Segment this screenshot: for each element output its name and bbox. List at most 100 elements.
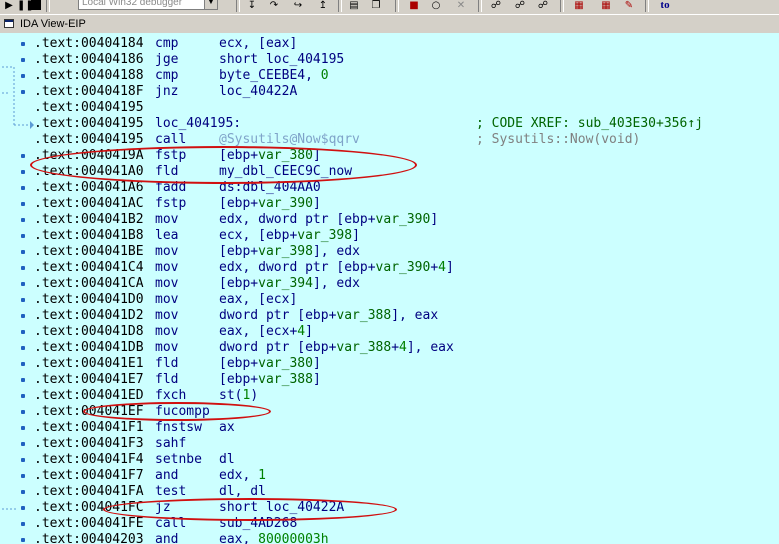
address[interactable]: .text:004041FE: [34, 516, 144, 532]
operands[interactable]: [ebp+var_388]: [219, 372, 321, 388]
address[interactable]: .text:004041F3: [34, 436, 144, 452]
address[interactable]: .text:00404195: [34, 132, 144, 148]
mnemonic[interactable]: mov: [155, 292, 178, 308]
breakpoint-list-icon[interactable]: ▤: [348, 0, 360, 11]
address[interactable]: .text:00404188: [34, 68, 144, 84]
operands[interactable]: short loc_40422A: [219, 500, 344, 516]
mnemonic[interactable]: fadd: [155, 180, 186, 196]
disasm-row[interactable]: .text:004041BE mov [ebp+var_398], edx: [0, 244, 779, 260]
disasm-row[interactable]: .text:004041EF fucompp: [0, 404, 779, 420]
operands[interactable]: eax, [ecx]: [219, 292, 297, 308]
address[interactable]: .text:004041E1: [34, 356, 144, 372]
address[interactable]: .text:00404203: [34, 532, 144, 544]
mnemonic[interactable]: mov: [155, 276, 178, 292]
disasm-row[interactable]: .text:004041F3 sahf: [0, 436, 779, 452]
stop-icon[interactable]: [31, 0, 41, 10]
operands[interactable]: sub_4AD268: [219, 516, 297, 532]
address[interactable]: .text:004041EF: [34, 404, 144, 420]
copy-icon[interactable]: ❐: [370, 0, 382, 11]
disasm-row[interactable]: .text:0040418F jnz loc_40422A: [0, 84, 779, 100]
disasm-row[interactable]: .text:004041E1 fld [ebp+var_380]: [0, 356, 779, 372]
disasm-row[interactable]: .text:004041A0 fld my_dbl_CEEC9C_now: [0, 164, 779, 180]
mnemonic[interactable]: mov: [155, 308, 178, 324]
disasm-row[interactable]: .text:004041C4 mov edx, dword ptr [ebp+var…: [0, 260, 779, 276]
operands[interactable]: loc_40422A: [219, 84, 297, 100]
mnemonic[interactable]: fucompp: [155, 404, 210, 420]
disasm-row[interactable]: .text:004041F7 and edx, 1: [0, 468, 779, 484]
disasm-row[interactable]: .text:004041A6 fadd ds:dbl_404AA0: [0, 180, 779, 196]
address[interactable]: .text:004041C4: [34, 260, 144, 276]
disasm-row[interactable]: .text:004041CA mov [ebp+var_394], edx: [0, 276, 779, 292]
operands[interactable]: ecx, [eax]: [219, 36, 297, 52]
disasm-row[interactable]: .text:00404188 cmp byte_CEEBE4, 0: [0, 68, 779, 84]
operands[interactable]: short loc_404195: [219, 52, 344, 68]
disasm-row[interactable]: .text:004041FE call sub_4AD268: [0, 516, 779, 532]
operands[interactable]: dl: [219, 452, 235, 468]
address[interactable]: .text:004041F1: [34, 420, 144, 436]
disasm-row[interactable]: .text:004041DB mov dword ptr [ebp+var_388+…: [0, 340, 779, 356]
mnemonic[interactable]: mov: [155, 340, 178, 356]
mnemonic[interactable]: mov: [155, 324, 178, 340]
disasm-row[interactable]: .text:00404203 and eax, 80000003h: [0, 532, 779, 544]
disassembly-view[interactable]: .text:00404184 cmp ecx, [eax] .text:0040418…: [0, 33, 779, 544]
registers-icon[interactable]: ▦: [600, 0, 612, 11]
step-into-icon[interactable]: ↧: [246, 0, 258, 11]
operands[interactable]: ax: [219, 420, 235, 436]
operands[interactable]: [ebp+var_380]: [219, 356, 321, 372]
mnemonic[interactable]: fnstsw: [155, 420, 202, 436]
address[interactable]: .text:004041D2: [34, 308, 144, 324]
step-over-icon[interactable]: ↷: [268, 0, 280, 11]
module-icon[interactable]: ☍: [537, 0, 549, 11]
close-icon[interactable]: ✕: [455, 0, 467, 11]
mnemonic[interactable]: fld: [155, 372, 178, 388]
disasm-row[interactable]: .text:004041FA test dl, dl: [0, 484, 779, 500]
operands[interactable]: edx, 1: [219, 468, 266, 484]
mnemonic[interactable]: fld: [155, 164, 178, 180]
mnemonic[interactable]: and: [155, 532, 178, 544]
code-label[interactable]: loc_404195:: [155, 116, 241, 132]
address[interactable]: .text:004041F4: [34, 452, 144, 468]
window-title-bar[interactable]: IDA View-EIP: [0, 14, 779, 32]
mnemonic[interactable]: lea: [155, 228, 178, 244]
disasm-row[interactable]: .text:004041F1 fnstsw ax: [0, 420, 779, 436]
mnemonic[interactable]: jz: [155, 500, 171, 516]
mnemonic[interactable]: cmp: [155, 36, 178, 52]
address[interactable]: .text:004041D0: [34, 292, 144, 308]
address[interactable]: .text:004041FA: [34, 484, 144, 500]
operands[interactable]: edx, dword ptr [ebp+var_390+4]: [219, 260, 454, 276]
address[interactable]: .text:004041B2: [34, 212, 144, 228]
operands[interactable]: ecx, [ebp+var_398]: [219, 228, 360, 244]
disasm-row[interactable]: .text:00404186 jge short loc_404195: [0, 52, 779, 68]
operands[interactable]: [ebp+var_380]: [219, 148, 321, 164]
disasm-row[interactable]: .text:004041AC fstp [ebp+var_390]: [0, 196, 779, 212]
operands[interactable]: ds:dbl_404AA0: [219, 180, 321, 196]
address[interactable]: .text:004041B8: [34, 228, 144, 244]
address[interactable]: .text:00404195: [34, 116, 144, 132]
stack-icon[interactable]: ☍: [490, 0, 502, 11]
watch-icon[interactable]: ■: [408, 0, 420, 11]
edit-icon[interactable]: ✎: [623, 0, 635, 11]
operands[interactable]: st(1): [219, 388, 258, 404]
operands[interactable]: dword ptr [ebp+var_388], eax: [219, 308, 438, 324]
disasm-row[interactable]: .text:004041FC jz short loc_40422A: [0, 500, 779, 516]
disasm-row[interactable]: .text:004041D8 mov eax, [ecx+4]: [0, 324, 779, 340]
memory-icon[interactable]: ▦: [573, 0, 585, 11]
operands[interactable]: byte_CEEBE4, 0: [219, 68, 329, 84]
disasm-row[interactable]: .text:004041D0 mov eax, [ecx]: [0, 292, 779, 308]
address[interactable]: .text:004041F7: [34, 468, 144, 484]
disasm-row[interactable]: .text:004041E7 fld [ebp+var_388]: [0, 372, 779, 388]
address[interactable]: .text:004041A6: [34, 180, 144, 196]
operands[interactable]: eax, 80000003h: [219, 532, 329, 544]
to-icon[interactable]: to: [656, 0, 674, 11]
run-to-cursor-icon[interactable]: ↪: [292, 0, 304, 11]
mnemonic[interactable]: setnbe: [155, 452, 202, 468]
mnemonic[interactable]: jnz: [155, 84, 178, 100]
disasm-row[interactable]: .text:00404184 cmp ecx, [eax]: [0, 36, 779, 52]
mnemonic[interactable]: test: [155, 484, 186, 500]
mnemonic[interactable]: cmp: [155, 68, 178, 84]
mnemonic[interactable]: sahf: [155, 436, 186, 452]
disasm-row[interactable]: .text:00404195 loc_404195: ; CODE XREF: su…: [0, 116, 779, 132]
mnemonic[interactable]: fstp: [155, 196, 186, 212]
address[interactable]: .text:00404186: [34, 52, 144, 68]
mnemonic[interactable]: fxch: [155, 388, 186, 404]
